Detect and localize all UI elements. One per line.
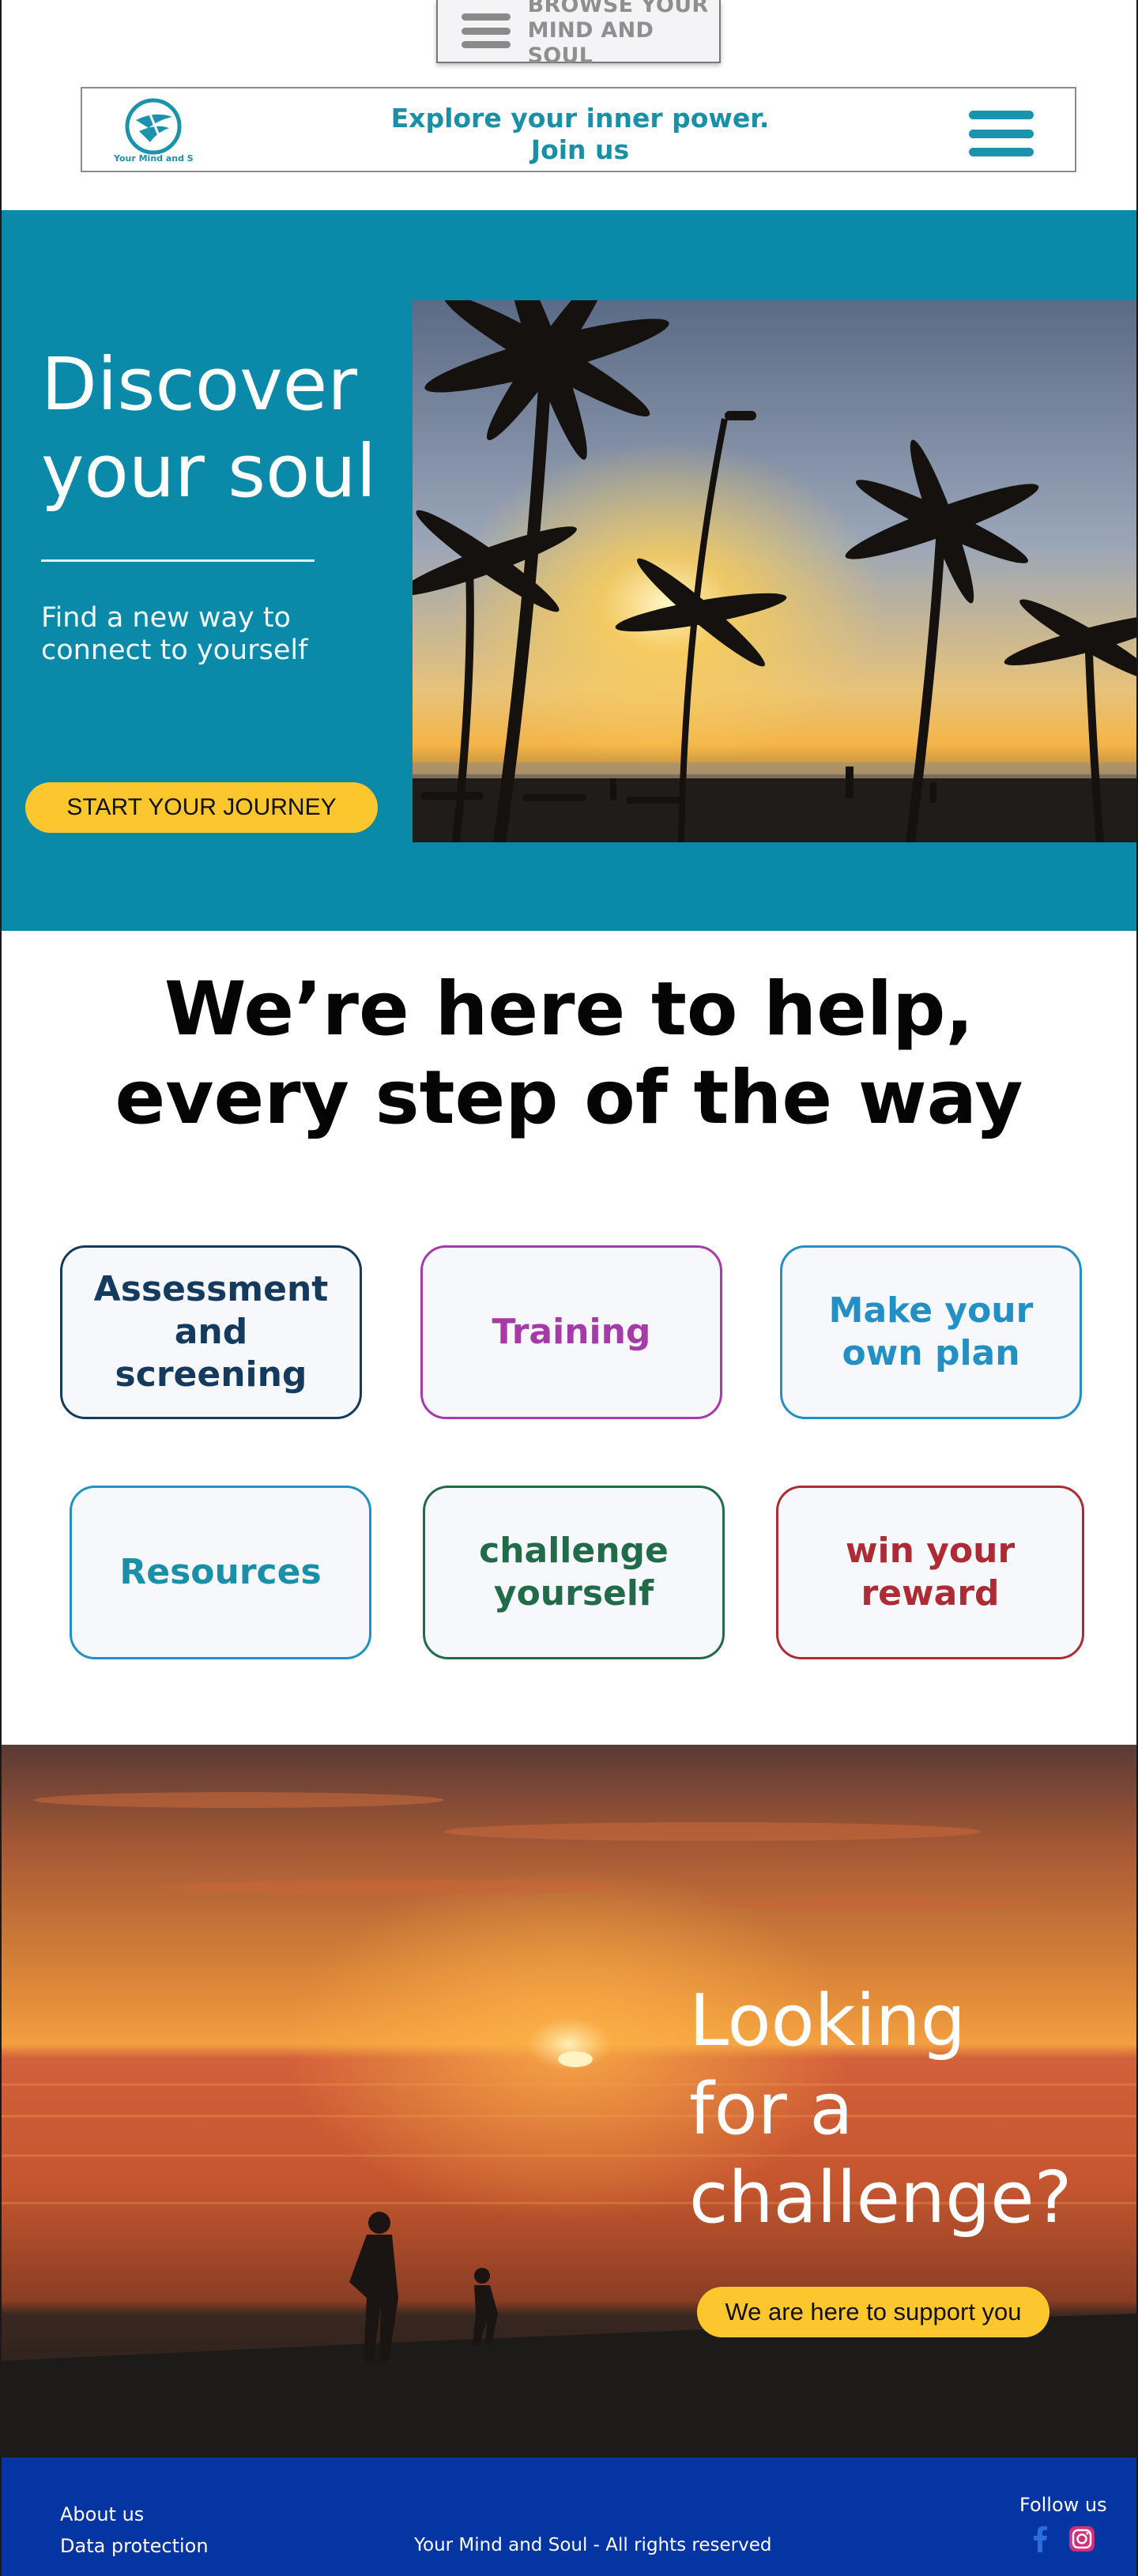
- hamburger-icon: [462, 9, 511, 53]
- header-tagline[interactable]: Explore your inner power. Join us: [335, 103, 825, 166]
- hamburger-icon[interactable]: [969, 111, 1034, 156]
- copyright-text: Your Mind and Soul - All rights reserved: [414, 2535, 772, 2555]
- follow-us-label: Follow us: [1019, 2494, 1107, 2516]
- hero-section: Discover your soul Find a new way to con…: [2, 210, 1136, 931]
- win-reward-card[interactable]: win your reward: [776, 1486, 1084, 1659]
- resources-card[interactable]: Resources: [70, 1486, 371, 1659]
- make-plan-card[interactable]: Make your own plan: [780, 1245, 1082, 1419]
- training-card[interactable]: Training: [420, 1245, 722, 1419]
- instagram-icon[interactable]: [1068, 2525, 1095, 2552]
- assessment-card[interactable]: Assessment and screening: [60, 1245, 362, 1419]
- help-heading: We’re here to help, every step of the wa…: [115, 966, 1023, 1141]
- browse-menu-button[interactable]: BROWSE YOUR MIND AND SOUL: [436, 0, 721, 68]
- data-protection-link[interactable]: Data protection: [60, 2535, 209, 2557]
- hero-divider: [41, 559, 315, 562]
- hero-subtitle: Find a new way to connect to yourself: [41, 602, 308, 666]
- hero-title: Discover your soul: [41, 342, 377, 514]
- site-footer: About us Data protection Your Mind and S…: [2, 2457, 1136, 2576]
- about-us-link[interactable]: About us: [60, 2503, 144, 2525]
- site-logo[interactable]: Your Mind and Soul: [114, 96, 193, 168]
- browse-label: BROWSE YOUR MIND AND SOUL: [527, 0, 709, 68]
- facebook-icon[interactable]: [1029, 2525, 1053, 2552]
- hero-photo: [413, 300, 1136, 842]
- support-button[interactable]: We are here to support you: [697, 2287, 1049, 2337]
- start-journey-button[interactable]: START YOUR JOURNEY: [25, 782, 378, 833]
- logo-text: Your Mind and Soul: [114, 153, 193, 164]
- challenge-yourself-card[interactable]: challenge yourself: [423, 1486, 725, 1659]
- logo-icon: [125, 98, 182, 155]
- challenge-section: Looking for a challenge? We are here to …: [2, 1745, 1136, 2457]
- site-header: Your Mind and Soul Explore your inner po…: [81, 87, 1076, 172]
- challenge-heading: Looking for a challenge?: [689, 1979, 1072, 2239]
